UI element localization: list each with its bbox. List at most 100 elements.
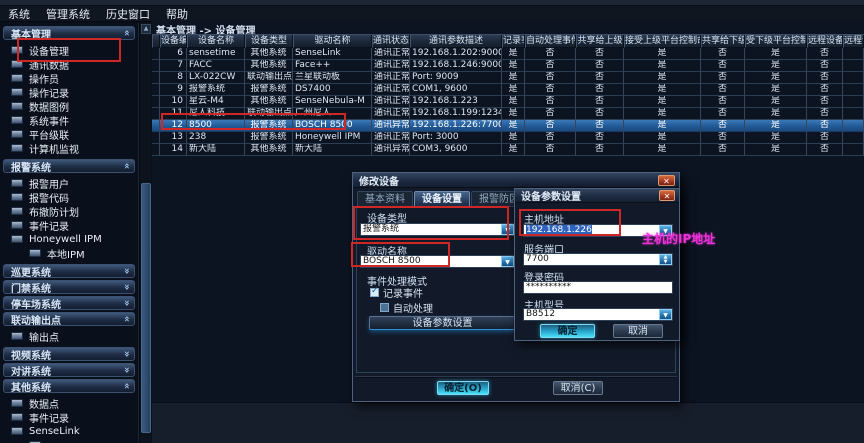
- tab-1[interactable]: 设备设置: [414, 191, 470, 206]
- record-event-checkbox[interactable]: 记录事件: [370, 285, 423, 300]
- auto-process-checkbox[interactable]: 自动处理: [380, 300, 433, 315]
- spinner-down-icon[interactable]: ▼: [660, 260, 671, 265]
- collapse-chevron-icon[interactable]: »: [121, 268, 131, 274]
- modify-dialog-titlebar[interactable]: 修改设备 ✕: [353, 173, 679, 188]
- table-cell: 是: [745, 72, 807, 84]
- collapse-chevron-icon[interactable]: «: [121, 163, 131, 169]
- collapse-chevron-icon[interactable]: »: [121, 351, 131, 357]
- collapse-chevron-icon[interactable]: »: [121, 284, 131, 290]
- driver-name-combo[interactable]: BOSCH 8500 ▼: [360, 255, 515, 268]
- params-ok-button[interactable]: 确定: [540, 324, 595, 338]
- sidebar-section-1[interactable]: 报警系统«: [3, 159, 135, 173]
- sidebar-item[interactable]: 设备管理: [2, 43, 136, 57]
- sidebar-item[interactable]: 系统事件: [2, 113, 136, 127]
- device-params-button[interactable]: 设备参数设置: [369, 316, 516, 330]
- sidebar-scrollbar[interactable]: ▲: [139, 23, 151, 443]
- chevron-down-icon[interactable]: ▼: [659, 309, 672, 320]
- table-row[interactable]: 13238报警系统Honeywell IPM通讯正常Port: 3000是否否是…: [152, 132, 864, 144]
- modify-ok-button[interactable]: 确定(O): [437, 381, 489, 395]
- sidebar-section-7[interactable]: 对讲系统»: [3, 363, 135, 377]
- column-header-6[interactable]: 通讯参数描述: [410, 35, 502, 48]
- scroll-up-icon[interactable]: ▲: [141, 24, 151, 34]
- sidebar-item[interactable]: 操作员: [2, 71, 136, 85]
- chevron-down-icon[interactable]: ▼: [501, 224, 514, 235]
- column-header-12[interactable]: 受下级平台控制命: [745, 35, 807, 48]
- table-row[interactable]: 6sensetime其他系统SenseLink通讯正常192.168.1.202…: [152, 48, 864, 60]
- table-cell: Port: 9009: [410, 72, 502, 84]
- select-column-header[interactable]: [152, 35, 160, 48]
- column-header-5[interactable]: 通讯状态: [372, 35, 410, 48]
- collapse-chevron-icon[interactable]: »: [121, 300, 131, 306]
- sidebar-item[interactable]: 数据图例: [2, 99, 136, 113]
- device-icon: [11, 399, 23, 407]
- collapse-chevron-icon[interactable]: «: [121, 316, 131, 322]
- column-header-8[interactable]: 自动处理事件: [525, 35, 576, 48]
- table-row[interactable]: 128500报警系统BOSCH 8500通讯异常192.168.1.226:77…: [152, 120, 864, 132]
- sidebar-section-0[interactable]: 基本管理«: [3, 26, 135, 40]
- service-port-field[interactable]: 7700 ▲ ▼: [523, 253, 673, 266]
- sidebar-item[interactable]: [2, 438, 136, 443]
- menu-item-1[interactable]: 管理系统: [46, 6, 90, 22]
- spinner-icon[interactable]: ▲ ▼: [659, 254, 672, 265]
- sidebar-item[interactable]: Honeywell IPM: [2, 232, 136, 246]
- sidebar-item[interactable]: 操作记录: [2, 85, 136, 99]
- sidebar-item[interactable]: 布撤防计划: [2, 204, 136, 218]
- sidebar-item[interactable]: 报警代码: [2, 190, 136, 204]
- table-cell: BOSCH 8500: [293, 120, 372, 132]
- collapse-chevron-icon[interactable]: »: [121, 367, 131, 373]
- menu-item-3[interactable]: 帮助: [166, 6, 188, 22]
- sidebar-section-2[interactable]: 巡更系统»: [3, 264, 135, 278]
- column-header-10[interactable]: 接受上级平台控制命令: [624, 35, 701, 48]
- column-header-9[interactable]: 共享给上级: [576, 35, 624, 48]
- sidebar-item[interactable]: 平台级联: [2, 127, 136, 141]
- table-row[interactable]: 14新大陆其他系统新大陆通讯异常COM3, 9600是否否是否是否: [152, 144, 864, 156]
- sidebar-item[interactable]: 输出点: [2, 329, 136, 343]
- column-header-2[interactable]: 设备名称: [187, 35, 245, 48]
- sidebar-item[interactable]: 计算机监视: [2, 141, 136, 155]
- sidebar-section-5[interactable]: 联动输出点«: [3, 312, 135, 326]
- table-row[interactable]: 10星云-M4其他系统SenseNebula-M通讯正常192.168.1.22…: [152, 96, 864, 108]
- params-dialog-titlebar[interactable]: 设备参数设置 ✕: [515, 189, 679, 203]
- close-icon[interactable]: ✕: [659, 190, 675, 201]
- sidebar-item-label: 数据图例: [29, 99, 69, 114]
- menu-item-2[interactable]: 历史窗口: [106, 6, 150, 22]
- sidebar-section-8[interactable]: 其他系统«: [3, 379, 135, 393]
- sidebar-item[interactable]: 事件记录: [2, 410, 136, 424]
- table-cell: 否: [525, 108, 576, 120]
- menu-item-0[interactable]: 系统: [8, 6, 30, 22]
- sidebar-item[interactable]: 事件记录: [2, 218, 136, 232]
- login-password-field[interactable]: **********: [523, 281, 673, 294]
- sidebar-section-4[interactable]: 停车场系统»: [3, 296, 135, 310]
- sidebar-item[interactable]: 本地IPM: [2, 246, 136, 260]
- modify-cancel-button[interactable]: 取消(C): [553, 381, 603, 395]
- chevron-down-icon[interactable]: ▼: [501, 256, 514, 267]
- sidebar-section-6[interactable]: 视频系统»: [3, 347, 135, 361]
- sidebar-item[interactable]: 通讯数据: [2, 57, 136, 71]
- collapse-chevron-icon[interactable]: «: [121, 30, 131, 36]
- column-header-3[interactable]: 设备类型: [245, 35, 293, 48]
- table-row[interactable]: 7FACC其他系统Face++通讯正常192.168.1.246:9000;是否…: [152, 60, 864, 72]
- sidebar-item[interactable]: 报警用户: [2, 176, 136, 190]
- host-model-value: B8512: [524, 309, 659, 320]
- table-cell: 报警系统: [245, 120, 293, 132]
- table-row[interactable]: 9报警系统报警系统DS7400通讯正常COM1, 9600是否否是否是否: [152, 84, 864, 96]
- tab-0[interactable]: 基本资料: [357, 191, 413, 206]
- table-row[interactable]: 11尼人科技联动输出点广州尼人通讯正常192.168.1.199:12345是否…: [152, 108, 864, 120]
- scrollbar-thumb[interactable]: [141, 183, 151, 433]
- host-model-combo[interactable]: B8512 ▼: [523, 308, 673, 321]
- column-header-11[interactable]: 共享给下级: [701, 35, 745, 48]
- column-header-14[interactable]: 远程设: [843, 35, 864, 48]
- column-header-13[interactable]: 远程设备: [807, 35, 843, 48]
- collapse-chevron-icon[interactable]: «: [121, 383, 131, 389]
- device-icon: [11, 102, 23, 110]
- column-header-7[interactable]: 记录事件: [502, 35, 525, 48]
- sidebar-section-3[interactable]: 门禁系统»: [3, 280, 135, 294]
- column-header-4[interactable]: 驱动名称: [293, 35, 372, 48]
- sidebar-item[interactable]: 数据点: [2, 396, 136, 410]
- params-cancel-button[interactable]: 取消: [613, 324, 663, 338]
- device-type-combo[interactable]: 报警系统 ▼: [360, 223, 515, 236]
- sidebar-item[interactable]: SenseLink: [2, 424, 136, 438]
- table-row[interactable]: 8LX-022CW联动输出点兰星联动板通讯正常Port: 9009是否否是否是否: [152, 72, 864, 84]
- column-header-1[interactable]: 设备编号: [160, 35, 187, 48]
- close-icon[interactable]: ✕: [658, 175, 675, 186]
